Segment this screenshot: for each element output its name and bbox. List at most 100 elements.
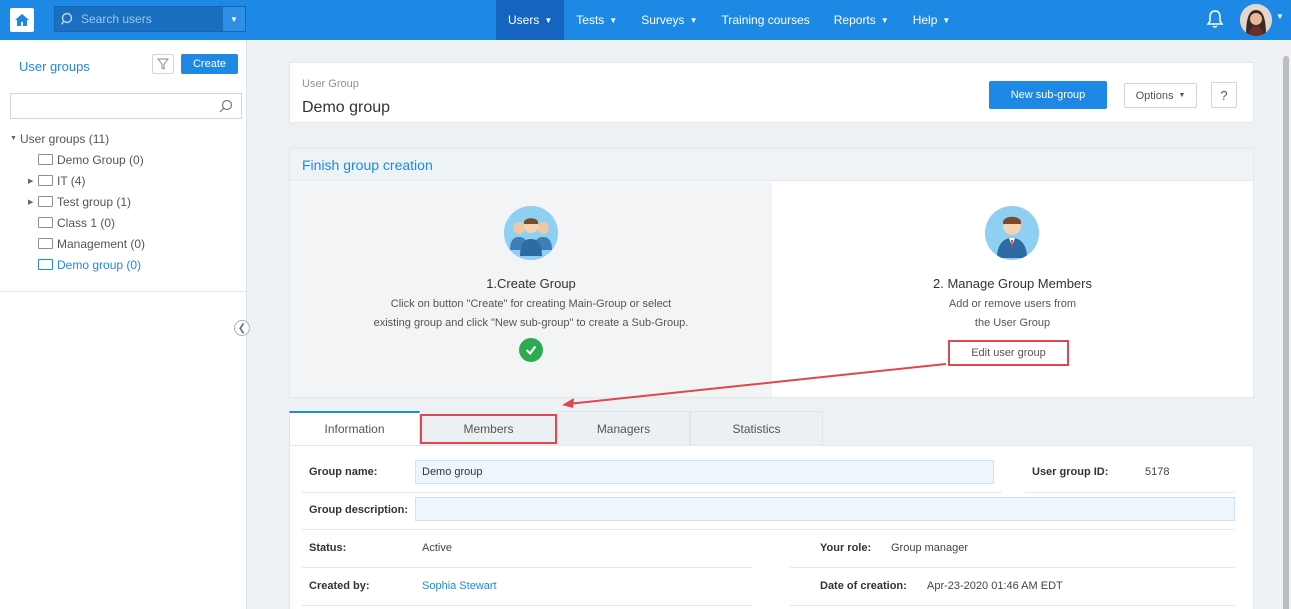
nav-tests-label: Tests	[576, 13, 605, 27]
group-description-input[interactable]	[415, 497, 1235, 521]
group-search-input[interactable]	[10, 93, 242, 119]
home-icon	[15, 14, 29, 26]
search-placeholder: Search users	[81, 12, 152, 26]
tree-item[interactable]: Demo Group (0)	[10, 149, 145, 170]
tree-item[interactable]: ▶ Test group (1)	[10, 191, 145, 212]
chevron-down-icon: ▼	[942, 15, 951, 25]
group-name-label: Group name:	[309, 466, 378, 478]
nav-surveys[interactable]: Surveys ▼	[629, 0, 709, 40]
tab-information[interactable]: Information	[289, 411, 420, 446]
your-role-label: Your role:	[820, 542, 872, 554]
tree-item-label: Management (0)	[57, 236, 146, 251]
chevron-down-icon[interactable]: ▼	[1276, 12, 1284, 21]
main-nav: Users ▼ Tests ▼ Surveys ▼ Training courses …	[496, 0, 962, 40]
step2-desc-line1: Add or remove users from	[948, 298, 1077, 310]
edit-user-group-button[interactable]: Edit user group	[948, 340, 1069, 366]
folder-icon	[38, 238, 53, 249]
nav-training-label: Training courses	[721, 13, 810, 27]
chevron-left-icon: ❮	[237, 322, 247, 334]
help-button[interactable]: ?	[1211, 82, 1237, 108]
nav-help-label: Help	[912, 13, 938, 27]
tree-item-label: Class 1 (0)	[57, 215, 116, 230]
tree-item-selected[interactable]: Demo group (0)	[10, 254, 145, 275]
page-scrollbar[interactable]	[1281, 40, 1291, 609]
options-label: Options	[1135, 89, 1174, 102]
page-title: Demo group	[302, 99, 391, 116]
folder-icon	[38, 154, 53, 165]
filter-icon	[157, 58, 169, 70]
chevron-down-icon: ▼	[544, 15, 553, 25]
chevron-down-icon: ▼	[880, 15, 889, 25]
tab-statistics[interactable]: Statistics	[690, 411, 823, 446]
row-divider	[302, 529, 1235, 530]
tree-item[interactable]: ▶ IT (4)	[10, 170, 145, 191]
user-group-id-value: 5178	[1145, 466, 1170, 478]
tree-item[interactable]: Class 1 (0)	[10, 212, 145, 233]
annotation-arrow	[562, 363, 947, 408]
avatar-image	[1240, 4, 1272, 36]
tab-managers[interactable]: Managers	[557, 411, 690, 446]
tree-item-label: Test group (1)	[57, 194, 132, 209]
row-divider	[302, 605, 752, 606]
nav-training-courses[interactable]: Training courses	[709, 0, 821, 40]
top-navigation-bar: Search users ▼ Users ▼ Tests ▼ Surveys ▼ Tr…	[0, 0, 1291, 40]
tree-item[interactable]: Management (0)	[10, 233, 145, 254]
tree-root-label: User groups (11)	[20, 131, 110, 146]
nav-reports[interactable]: Reports ▼	[822, 0, 901, 40]
group-name-input[interactable]: Demo group	[415, 460, 994, 484]
step2-desc-line2: the User Group	[974, 317, 1051, 329]
row-divider	[302, 567, 752, 568]
nav-tests[interactable]: Tests ▼	[564, 0, 629, 40]
user-group-id-label: User group ID:	[1032, 466, 1109, 478]
user-avatar[interactable]	[1240, 4, 1272, 36]
status-value: Active	[422, 542, 452, 554]
scrollbar-thumb[interactable]	[1283, 56, 1289, 609]
caret-right-icon[interactable]: ▶	[28, 177, 38, 185]
home-button[interactable]	[10, 8, 34, 32]
collapse-sidebar-button[interactable]: ❮	[234, 320, 250, 336]
search-icon	[61, 12, 73, 25]
bell-icon[interactable]	[1206, 9, 1224, 29]
created-by-label: Created by:	[309, 580, 370, 592]
create-button[interactable]: Create	[181, 54, 238, 74]
information-panel: Group name: Demo group User group ID: 51…	[289, 445, 1254, 609]
user-groups-sidebar: User groups Create ▼ User groups (11) Dem…	[0, 40, 247, 609]
nav-users-label: Users	[508, 13, 540, 27]
row-divider	[790, 605, 1235, 606]
filter-button[interactable]	[152, 54, 174, 74]
search-options-dropdown[interactable]: ▼	[223, 7, 245, 31]
group-tree: ▼ User groups (11) Demo Group (0) ▶ IT (4)…	[10, 128, 145, 275]
search-users-input[interactable]: Search users ▼	[54, 6, 246, 32]
row-divider	[1025, 492, 1235, 493]
created-by-link[interactable]: Sophia Stewart	[422, 580, 497, 592]
check-circle-icon	[519, 338, 543, 362]
tree-item-label: IT (4)	[57, 173, 86, 188]
finish-card-header: Finish group creation	[290, 149, 1253, 181]
caret-right-icon[interactable]: ▶	[28, 198, 38, 206]
step2-title: 2. Manage Group Members	[933, 276, 1092, 291]
group-header-card: User Group Demo group New sub-group Opti…	[289, 62, 1254, 123]
folder-icon	[38, 217, 53, 228]
chevron-down-icon: ▼	[609, 15, 618, 25]
step1-title: 1.Create Group	[486, 276, 576, 291]
page-subtitle: User Group	[302, 78, 359, 90]
tree-item-label: Demo Group (0)	[57, 152, 144, 167]
tree-root[interactable]: ▼ User groups (11)	[10, 128, 145, 149]
nav-help[interactable]: Help ▼	[901, 0, 963, 40]
caret-down-icon[interactable]: ▼	[10, 135, 20, 142]
tab-members[interactable]: Members	[420, 414, 557, 444]
sidebar-title: User groups	[19, 59, 90, 74]
step1-desc-line2: existing group and click "New sub-group"…	[373, 317, 689, 329]
row-divider	[302, 492, 1002, 493]
group-people-icon	[504, 206, 558, 260]
nav-surveys-label: Surveys	[641, 13, 685, 27]
new-sub-group-button[interactable]: New sub-group	[989, 81, 1107, 109]
nav-users[interactable]: Users ▼	[496, 0, 565, 40]
tree-item-label: Demo group (0)	[57, 257, 142, 272]
options-button[interactable]: Options ▼	[1124, 83, 1197, 108]
sidebar-divider	[0, 291, 247, 292]
chevron-down-icon: ▼	[1178, 92, 1186, 99]
search-icon	[219, 99, 233, 113]
row-divider	[790, 567, 1235, 568]
nav-reports-label: Reports	[833, 13, 876, 27]
